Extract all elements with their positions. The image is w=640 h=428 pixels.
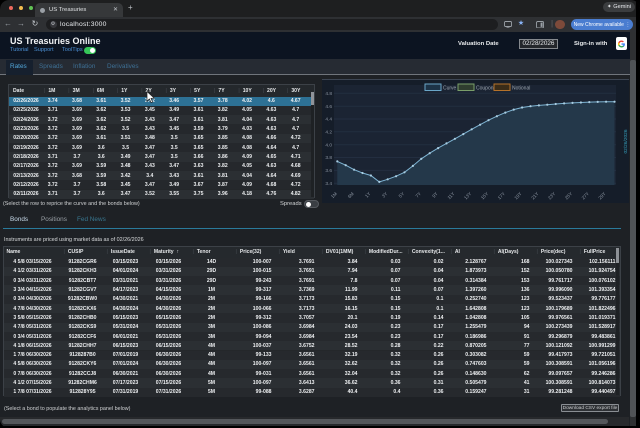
svg-text:4.6: 4.6 <box>325 104 332 110</box>
svg-text:02/26/2026: 02/26/2026 <box>623 129 629 153</box>
svg-text:Coupon: Coupon <box>476 86 494 92</box>
svg-text:Notional: Notional <box>512 86 530 92</box>
svg-text:4.8: 4.8 <box>325 91 332 97</box>
svg-text:4.0: 4.0 <box>325 142 332 148</box>
svg-text:3.4: 3.4 <box>325 181 332 187</box>
svg-text:3.8: 3.8 <box>325 155 332 161</box>
svg-text:4.4: 4.4 <box>325 117 332 123</box>
svg-text:4.2: 4.2 <box>325 129 332 135</box>
svg-text:Curve: Curve <box>443 86 457 92</box>
svg-text:3.6: 3.6 <box>325 168 332 174</box>
